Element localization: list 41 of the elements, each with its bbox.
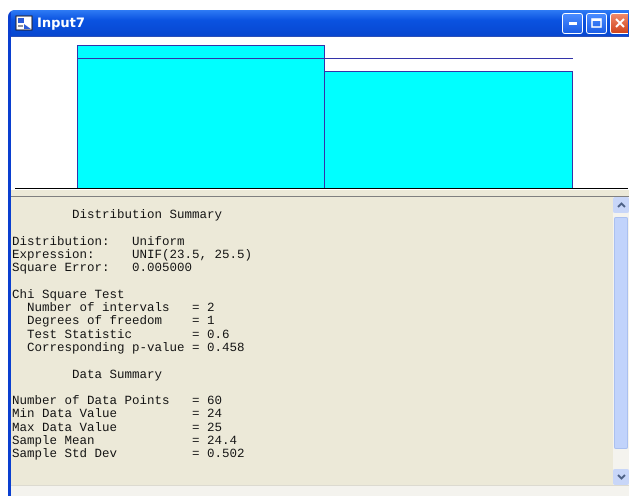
field-label: Max Data Value [12,422,118,435]
field-label: Degrees of freedom [27,315,164,329]
field-value: 0.005000 [132,262,192,276]
field-label: Expression: [12,248,96,262]
field-label: Sample Std Dev [12,448,118,462]
field-label: Number of intervals [27,302,171,316]
scroll-thumb[interactable] [614,217,628,449]
field-value: = 25 [192,422,222,436]
field-value: Uniform [132,236,185,249]
horizontal-scrollbar[interactable] [11,485,629,496]
section-title: Distribution Summary [71,209,224,222]
scroll-down-icon[interactable] [613,469,629,485]
field-value: = 1 [192,315,215,329]
field-label: Sample Mean [12,435,96,448]
field-label: Distribution: [12,236,111,249]
field-label: Corresponding p-value [27,342,186,356]
vertical-scrollbar[interactable] [613,197,629,485]
field-value: = 24 [192,408,222,422]
field-value: UNIF(23.5, 25.5) [132,248,252,262]
field-value: = 0.6 [192,328,230,342]
field-value: = 60 [192,395,222,408]
minimize-button[interactable] [562,12,583,34]
scroll-up-icon[interactable] [613,197,629,213]
minimize-icon [568,22,576,24]
close-button[interactable] [610,12,628,34]
section-title: Data Summary [71,368,164,382]
splitter-bar[interactable] [11,190,629,197]
field-value: = 0.502 [192,448,245,462]
field-label: Number of Data Points [12,395,171,408]
window-title: Input7 [37,16,86,30]
field-label: Min Data Value [12,408,118,422]
section-heading: Chi Square Test [12,288,126,302]
maximize-icon [591,18,602,28]
field-label: Test Statistic [27,328,134,342]
field-value: = 2 [192,302,215,316]
close-icon [614,18,624,28]
maximize-button[interactable] [586,12,607,34]
field-label: Square Error: [12,262,111,276]
app-icon [15,15,33,31]
field-value: = 24.4 [192,435,238,448]
field-value: = 0.458 [192,342,245,356]
